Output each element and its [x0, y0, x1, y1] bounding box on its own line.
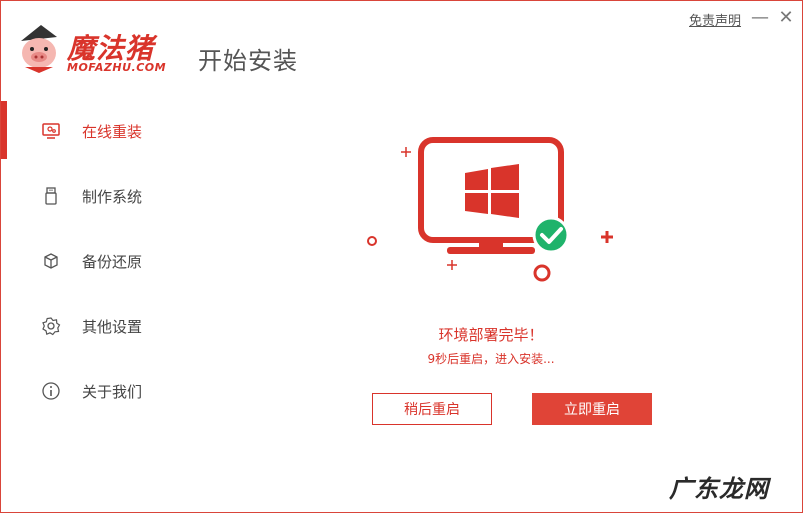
- sidebar: 在线重装 制作系统 备份还原 其他设置 关于我们: [1, 101, 201, 421]
- sidebar-item-about-us[interactable]: 关于我们: [1, 361, 201, 421]
- restart-now-button[interactable]: 立即重启: [532, 393, 652, 425]
- brand-url: MOFAZHU.COM: [67, 61, 167, 74]
- brand-logo: 魔法猪 MOFAZHU.COM: [17, 23, 177, 75]
- decoration-icon: [367, 147, 613, 282]
- minimize-icon[interactable]: —: [749, 7, 771, 29]
- sidebar-item-label: 备份还原: [82, 253, 143, 271]
- info-icon: [42, 382, 60, 400]
- active-indicator: [1, 101, 7, 159]
- close-icon[interactable]: ✕: [775, 7, 797, 29]
- pig-mascot-icon: [21, 25, 57, 73]
- monitor-icon: [42, 123, 60, 139]
- sidebar-item-online-reinstall[interactable]: 在线重装: [1, 101, 201, 161]
- install-ready-illustration: [367, 137, 613, 282]
- installer-window: 魔法猪 MOFAZHU.COM 开始安装 免责声明 — ✕ 在线重装 制作系统: [0, 0, 803, 513]
- usb-icon: [45, 187, 57, 205]
- check-badge-icon: [532, 216, 570, 254]
- sidebar-item-label: 关于我们: [82, 383, 143, 401]
- sidebar-item-label: 其他设置: [82, 318, 143, 336]
- sidebar-item-label: 在线重装: [82, 123, 143, 141]
- gear-icon: [42, 317, 61, 336]
- restart-later-button[interactable]: 稍后重启: [372, 393, 492, 425]
- page-title: 开始安装: [198, 47, 298, 75]
- sidebar-item-other-settings[interactable]: 其他设置: [1, 296, 201, 356]
- status-title: 环境部署完毕！: [438, 326, 544, 344]
- windows-logo-icon: [465, 164, 519, 218]
- watermark: 广东龙网: [669, 475, 769, 503]
- sidebar-item-label: 制作系统: [82, 188, 143, 206]
- status-countdown: 9秒后重启，进入安装...: [427, 352, 555, 366]
- disclaimer-link[interactable]: 免责声明: [689, 10, 741, 29]
- backup-icon: [44, 253, 58, 269]
- sidebar-item-backup-restore[interactable]: 备份还原: [1, 231, 201, 291]
- sidebar-item-make-system[interactable]: 制作系统: [1, 166, 201, 226]
